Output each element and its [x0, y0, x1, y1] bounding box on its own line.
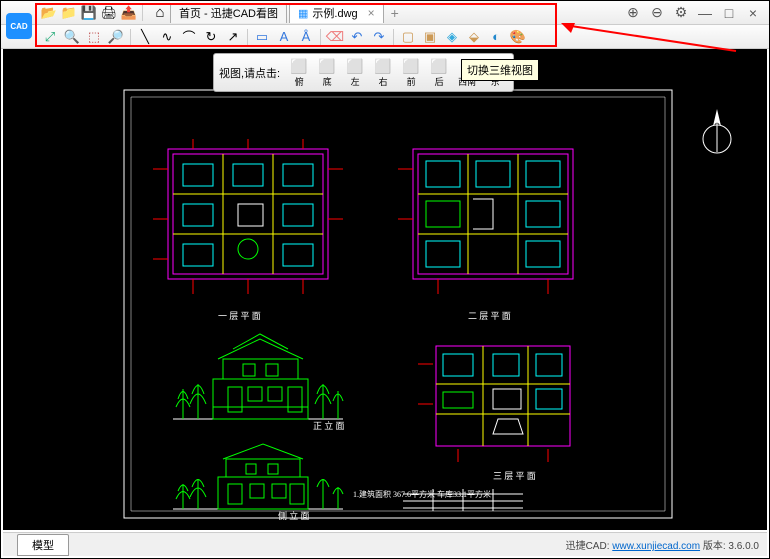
- floor-plan-1: [153, 139, 343, 299]
- app-logo: CAD: [6, 13, 32, 39]
- settings-icon[interactable]: ⚙: [673, 4, 689, 21]
- view-panel-label: 视图,请点击:: [219, 65, 280, 81]
- redo-icon[interactable]: ↷: [369, 27, 389, 47]
- tab-file-label: 示例.dwg: [312, 5, 357, 21]
- floor-plan-3: [418, 334, 588, 464]
- folder-icon[interactable]: 📁: [61, 5, 77, 21]
- elevation-side: [168, 439, 348, 514]
- wireframe-icon[interactable]: ⬙: [464, 27, 484, 47]
- tab-home[interactable]: 首页 - 迅捷CAD看图: [170, 3, 287, 23]
- view-label: 右: [379, 75, 388, 88]
- layer-icon[interactable]: ▭: [252, 27, 272, 47]
- palette-icon[interactable]: 🎨: [508, 27, 528, 47]
- cube-icon: ⬜: [373, 57, 393, 75]
- print-icon[interactable]: 🖨: [101, 5, 117, 21]
- view-right-button[interactable]: ⬜右: [370, 57, 396, 88]
- cube-icon: ⬜: [429, 57, 449, 75]
- home-icon[interactable]: ⌂: [152, 5, 168, 21]
- zoom-region-icon[interactable]: 🔍: [62, 27, 82, 47]
- separator: [393, 29, 394, 45]
- floor-plan-2: [398, 139, 588, 299]
- arc-icon[interactable]: ⌒: [179, 27, 199, 47]
- file-icon: ▦: [298, 7, 308, 20]
- elevation-side-label: 侧 立 面: [278, 509, 310, 522]
- view-label: 后: [435, 75, 444, 88]
- view-back-button[interactable]: ⬜后: [426, 57, 452, 88]
- close-button[interactable]: ×: [745, 5, 761, 21]
- compass-icon: [697, 104, 737, 159]
- tab-file[interactable]: ▦ 示例.dwg ×: [289, 3, 384, 23]
- tab-home-label: 首页 - 迅捷CAD看图: [179, 5, 278, 21]
- dimension-icon[interactable]: Å: [296, 27, 316, 47]
- view-label: 俯: [295, 75, 304, 88]
- line-icon[interactable]: ╲: [135, 27, 155, 47]
- elevation-front: [168, 329, 348, 424]
- boxes-icon[interactable]: ▣: [420, 27, 440, 47]
- status-version: 3.6.0.0: [728, 541, 759, 552]
- separator: [142, 5, 143, 21]
- view-front-button[interactable]: ⬜前: [398, 57, 424, 88]
- text-icon[interactable]: A: [274, 27, 294, 47]
- view-left-button[interactable]: ⬜左: [342, 57, 368, 88]
- polyline-icon[interactable]: ∿: [157, 27, 177, 47]
- tab-strip: ⌂ 首页 - 迅捷CAD看图 ▦ 示例.dwg × +: [150, 1, 625, 24]
- view-top-button[interactable]: ⬜俯: [286, 57, 312, 88]
- zoom-window-icon[interactable]: ⬚: [84, 27, 104, 47]
- titlebar: 📂 📁 💾 🖨 📤 ⌂ 首页 - 迅捷CAD看图 ▦ 示例.dwg × + ⊕ …: [1, 1, 769, 25]
- view-label: 左: [351, 75, 360, 88]
- cube-icon: ⬜: [317, 57, 337, 75]
- status-link[interactable]: www.xunjiecad.com: [612, 541, 700, 552]
- view-label: 前: [407, 75, 416, 88]
- zoom-in-icon[interactable]: ⊕: [625, 4, 641, 21]
- bottom-tabbar: 模型 迅捷CAD: www.xunjiecad.com 版本: 3.6.0.0: [3, 532, 767, 556]
- floor-plan-2-label: 二 层 平 面: [468, 309, 511, 322]
- view-bottom-button[interactable]: ⬜底: [314, 57, 340, 88]
- tab-add-button[interactable]: +: [386, 5, 404, 21]
- floor-plan-1-label: 一 层 平 面: [218, 309, 261, 322]
- circle-icon[interactable]: ↻: [201, 27, 221, 47]
- window-controls: ⊕ ⊖ ⚙ — □ ×: [625, 4, 769, 21]
- cube-icon: ⬜: [345, 57, 365, 75]
- render-icon[interactable]: ◐: [486, 27, 506, 47]
- save-icon[interactable]: 💾: [81, 5, 97, 21]
- box-icon[interactable]: ▢: [398, 27, 418, 47]
- zoom-out-icon[interactable]: ⊖: [649, 4, 665, 21]
- model-tab[interactable]: 模型: [17, 534, 69, 556]
- separator: [247, 29, 248, 45]
- floor-plan-3-label: 三 层 平 面: [493, 469, 536, 482]
- maximize-button[interactable]: □: [721, 5, 737, 21]
- undo-icon[interactable]: ↶: [347, 27, 367, 47]
- separator: [130, 29, 131, 45]
- view-label: 底: [323, 75, 332, 88]
- erase-icon[interactable]: ⌫: [325, 27, 345, 47]
- separator: [320, 29, 321, 45]
- export-icon[interactable]: 📤: [121, 5, 137, 21]
- drawing-canvas[interactable]: 一 层 平 面 二 层 平 面: [3, 49, 767, 530]
- tab-close-button[interactable]: ×: [368, 6, 375, 20]
- status-bar: 迅捷CAD: www.xunjiecad.com 版本: 3.6.0.0: [566, 537, 759, 552]
- cube-icon[interactable]: ◈: [442, 27, 462, 47]
- cube-icon: ⬜: [289, 57, 309, 75]
- status-version-label: 版本:: [700, 541, 728, 552]
- arrow-icon[interactable]: ↗: [223, 27, 243, 47]
- zoom-icon[interactable]: 🔎: [106, 27, 126, 47]
- open-icon[interactable]: 📂: [41, 5, 57, 21]
- tooltip: 切换三维视图: [461, 59, 539, 81]
- elevation-front-label: 正 立 面: [313, 419, 345, 432]
- cube-icon: ⬜: [401, 57, 421, 75]
- zoom-fit-icon[interactable]: ⤢: [40, 27, 60, 47]
- drawing-table: [403, 489, 533, 519]
- main-toolbar: ⤢ 🔍 ⬚ 🔎 ╲ ∿ ⌒ ↻ ↗ ▭ A Å ⌫ ↶ ↷ ▢ ▣ ◈ ⬙ ◐ …: [1, 25, 769, 49]
- status-prefix: 迅捷CAD:: [566, 541, 613, 552]
- minimize-button[interactable]: —: [697, 5, 713, 21]
